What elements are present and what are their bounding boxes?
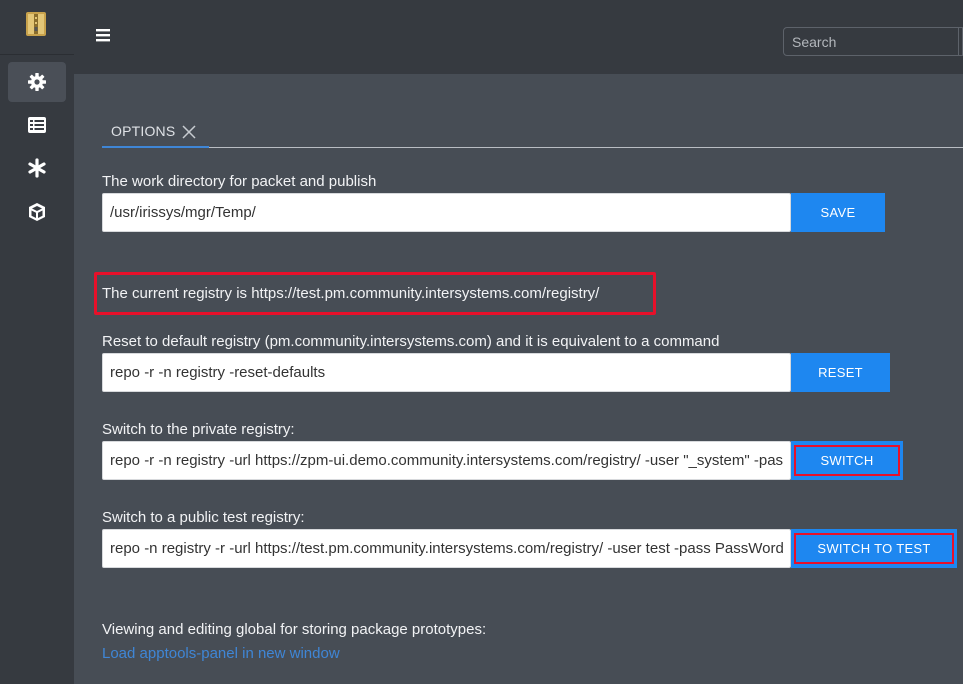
public-test-registry-label: Switch to a public test registry:	[102, 509, 305, 526]
app-logo-icon[interactable]	[24, 10, 50, 38]
save-button[interactable]: SAVE	[791, 193, 885, 232]
close-icon[interactable]	[182, 125, 196, 139]
workdir-label: The work directory for packet and publis…	[102, 173, 377, 190]
tab-options-label: OPTIONS	[111, 123, 176, 139]
asterisk-icon	[28, 158, 46, 178]
cube-icon	[29, 203, 45, 221]
current-registry-text: The current registry is https://test.pm.…	[102, 285, 600, 302]
topbar	[74, 0, 963, 74]
prototypes-label: Viewing and editing global for storing p…	[102, 621, 487, 638]
tab-options[interactable]: OPTIONS	[102, 116, 209, 148]
switch-button-label: SWITCH	[794, 445, 900, 476]
sidebar-item-packages[interactable]	[8, 192, 66, 232]
private-registry-command-input[interactable]	[102, 441, 791, 480]
sidebar-item-asterisk[interactable]	[8, 148, 66, 188]
sidebar-item-list[interactable]	[8, 105, 66, 145]
reset-label: Reset to default registry (pm.community.…	[102, 333, 720, 350]
switch-button[interactable]: SWITCH	[791, 441, 903, 480]
hamburger-menu-icon[interactable]	[96, 27, 112, 43]
load-apptools-panel-link[interactable]: Load apptools-panel in new window	[102, 645, 340, 662]
reset-command-input[interactable]	[102, 353, 791, 392]
tab-bar-divider	[209, 147, 963, 148]
sidebar-item-settings[interactable]	[8, 62, 66, 102]
sidebar-divider	[0, 54, 74, 55]
sidebar	[0, 0, 74, 684]
list-icon	[28, 117, 46, 133]
switch-to-test-button[interactable]: SWITCH TO TEST	[791, 529, 957, 568]
private-registry-label: Switch to the private registry:	[102, 421, 295, 438]
public-test-registry-command-input[interactable]	[102, 529, 791, 568]
search-input[interactable]	[783, 27, 959, 56]
search-input-edge	[958, 27, 963, 56]
workdir-input[interactable]	[102, 193, 791, 232]
gear-icon	[28, 73, 46, 91]
reset-button[interactable]: RESET	[791, 353, 890, 392]
switch-to-test-button-label: SWITCH TO TEST	[794, 533, 954, 564]
